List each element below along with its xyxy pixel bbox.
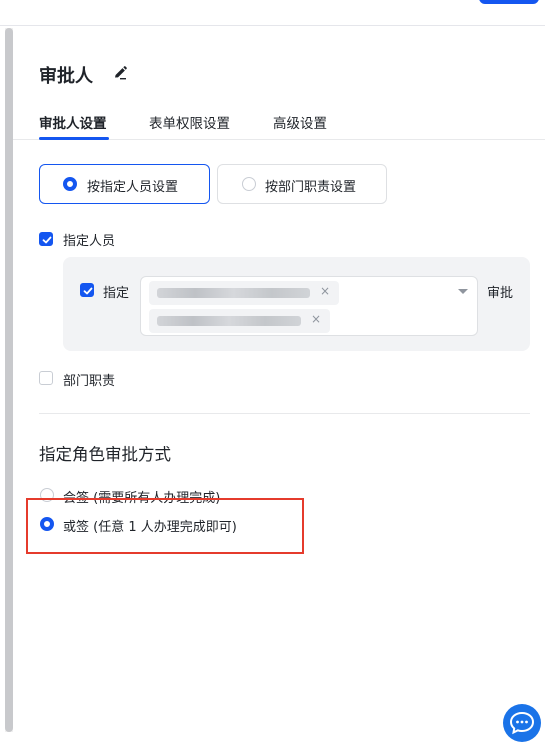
mode-by-person-label: 按指定人员设置 xyxy=(87,180,179,195)
caret-down-icon[interactable] xyxy=(458,289,468,294)
scrollbar-thumb[interactable] xyxy=(5,28,13,732)
highlight-box xyxy=(26,498,304,554)
active-tab-indicator xyxy=(39,137,109,140)
chat-button[interactable] xyxy=(503,704,541,742)
mode-by-department-button[interactable]: 按部门职责设置 xyxy=(217,164,387,204)
tag-remove-icon[interactable]: × xyxy=(311,312,321,326)
approve-suffix-label: 审批 xyxy=(487,286,514,301)
assign-specific-checkbox[interactable] xyxy=(80,283,94,297)
radio-by-person[interactable] xyxy=(63,177,77,191)
mode-by-person-button[interactable]: 按指定人员设置 xyxy=(39,164,210,204)
department-duty-checkbox[interactable] xyxy=(39,371,53,385)
assign-specific-label: 指定 xyxy=(103,286,130,301)
top-action-button[interactable] xyxy=(479,0,539,4)
assignee-checkbox[interactable] xyxy=(39,232,53,246)
scrollbar[interactable] xyxy=(5,28,13,732)
pencil-icon[interactable] xyxy=(111,64,129,82)
panel-title: 审批人 xyxy=(39,66,93,87)
chat-bubble-icon xyxy=(509,711,535,735)
settings-tabs: 审批人设置 表单权限设置 高级设置 xyxy=(13,108,545,140)
radio-by-department[interactable] xyxy=(242,177,256,191)
redacted-name xyxy=(157,288,310,298)
tab-advanced-settings[interactable]: 高级设置 xyxy=(273,112,327,132)
assignee-tag: × xyxy=(149,309,330,333)
approval-method-title: 指定角色审批方式 xyxy=(39,445,171,464)
assignee-checkbox-label: 指定人员 xyxy=(63,234,116,249)
tab-approver-settings[interactable]: 审批人设置 xyxy=(39,112,107,132)
mode-by-department-label: 按部门职责设置 xyxy=(265,180,357,195)
assignee-tag: × xyxy=(149,281,339,305)
assignee-config-box: 指定 × × 审批 xyxy=(63,257,530,351)
section-divider xyxy=(39,413,530,414)
approver-settings-panel: 审批人 审批人设置 表单权限设置 高级设置 按指定人员设置 按部门职责设置 指定… xyxy=(13,28,545,742)
assignee-select[interactable]: × × xyxy=(140,276,478,336)
redacted-name xyxy=(157,316,301,326)
tab-form-permissions[interactable]: 表单权限设置 xyxy=(149,112,230,132)
top-bar xyxy=(0,0,545,26)
department-duty-label: 部门职责 xyxy=(63,374,116,389)
check-icon xyxy=(42,236,52,244)
tag-remove-icon[interactable]: × xyxy=(320,284,330,298)
check-icon xyxy=(83,287,93,295)
